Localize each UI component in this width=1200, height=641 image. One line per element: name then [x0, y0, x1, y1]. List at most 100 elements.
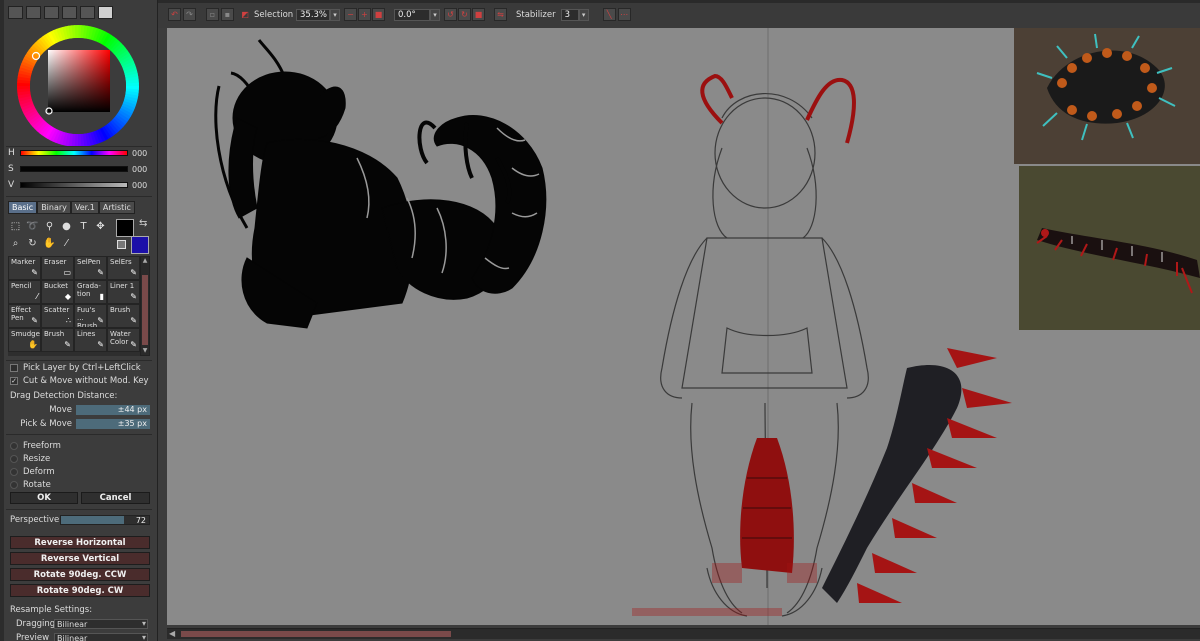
brush-water-color[interactable]: Water Color ✎ — [107, 328, 140, 352]
hue-slider-row[interactable]: H 000 — [8, 147, 152, 159]
move-icon[interactable]: ✥ — [93, 219, 108, 234]
rotate-cw-button[interactable]: Rotate 90deg. CW — [10, 584, 150, 597]
transparent-color-icon[interactable] — [117, 240, 126, 249]
text-icon[interactable]: T — [76, 219, 91, 234]
magic-wand-icon[interactable]: ⚲ — [42, 219, 57, 234]
pick-layer-option[interactable]: Pick Layer by Ctrl+LeftClick — [10, 362, 141, 374]
scroll-left-icon[interactable]: ◀ — [169, 629, 175, 638]
cut-move-option[interactable]: ✓ Cut & Move without Mod. Key — [10, 375, 149, 387]
deselect-icon[interactable]: ▫ — [206, 8, 219, 21]
hue-slider[interactable] — [20, 150, 128, 156]
rotation-reset-icon[interactable]: ■ — [472, 8, 485, 21]
freeform-radio[interactable] — [10, 441, 18, 450]
line-tool-icon[interactable]: ╲ — [602, 8, 616, 21]
select-icon[interactable]: ⬚ — [8, 219, 23, 234]
rotate-icon[interactable]: ↻ — [25, 236, 40, 251]
scratchpad-icon[interactable] — [98, 6, 113, 19]
scroll-down-icon[interactable]: ▼ — [141, 347, 149, 355]
grid-icon[interactable] — [80, 6, 95, 19]
tab-binary[interactable]: Binary — [37, 201, 71, 214]
brush-marker[interactable]: Marker ✎ — [8, 256, 41, 280]
invert-selection-icon[interactable]: ▪ — [221, 8, 234, 21]
brush-lines[interactable]: Lines ✎ — [74, 328, 107, 352]
saturation-slider[interactable] — [20, 166, 128, 172]
move-distance-field[interactable]: ±44 px — [76, 405, 150, 415]
brush-eraser[interactable]: Eraser ▭ — [41, 256, 74, 280]
preview-select[interactable]: Bilinear — [54, 633, 148, 641]
mode-deform[interactable]: Deform — [10, 466, 55, 477]
brush-scatter[interactable]: Scatter ∴ — [41, 304, 74, 328]
background-color-swatch[interactable] — [131, 236, 149, 254]
palette-icon[interactable] — [44, 6, 59, 19]
scroll-up-icon[interactable]: ▲ — [141, 257, 149, 265]
tab-basic[interactable]: Basic — [8, 201, 38, 214]
tab-artistic[interactable]: Artistic — [98, 201, 135, 214]
brush-selpen[interactable]: SelPen ✎ — [74, 256, 107, 280]
zoom-out-icon[interactable]: − — [344, 8, 357, 21]
hand-icon[interactable]: ● — [59, 219, 74, 234]
horizontal-scrollbar[interactable]: ◀ — [167, 628, 1200, 639]
slider-icon[interactable] — [26, 6, 41, 19]
resize-radio[interactable] — [10, 454, 18, 463]
brush-pencil[interactable]: Pencil ⁄ — [8, 280, 41, 304]
zoom-field[interactable]: 35.3% — [296, 8, 330, 21]
scroll-thumb[interactable] — [142, 275, 148, 345]
brush-effect-pen[interactable]: Effect Pen ✎ — [8, 304, 41, 328]
brush-brush[interactable]: Brush ✎ — [41, 328, 74, 352]
flip-view-icon[interactable]: ⇋ — [494, 8, 507, 21]
undo-icon[interactable]: ↶ — [168, 8, 181, 21]
value-slider[interactable] — [20, 182, 128, 188]
zoom-dropdown-icon[interactable]: ▾ — [330, 8, 340, 21]
brush-smudge[interactable]: Smudge ✋ — [8, 328, 41, 352]
pick-layer-checkbox[interactable] — [10, 364, 18, 372]
redo-icon[interactable]: ↷ — [183, 8, 196, 21]
grab-icon[interactable]: ✋ — [42, 236, 57, 251]
color-wheel[interactable] — [16, 24, 140, 148]
mode-freeform[interactable]: Freeform — [10, 440, 61, 451]
brush-fuu-s-brush[interactable]: Fuu's ... Brush ✎ — [74, 304, 107, 328]
reverse-horizontal-button[interactable]: Reverse Horizontal — [10, 536, 150, 549]
rotate-ccw-button[interactable]: Rotate 90deg. CCW — [10, 568, 150, 581]
brush-scrollbar[interactable]: ▲ ▼ — [140, 256, 150, 356]
mode-rotate[interactable]: Rotate — [10, 479, 51, 490]
rotate-right-icon[interactable]: ↻ — [458, 8, 471, 21]
move-label: Move — [49, 405, 72, 415]
brush-brush[interactable]: Brush ✎ — [107, 304, 140, 328]
brush-grada-tion[interactable]: Grada-tion ▮ — [74, 280, 107, 304]
value-slider-row[interactable]: V 000 — [8, 179, 152, 191]
horizontal-scroll-thumb[interactable] — [181, 631, 451, 637]
swap-colors-icon[interactable]: ⇆ — [139, 218, 147, 229]
cancel-button[interactable]: Cancel — [81, 492, 150, 504]
brush-bucket[interactable]: Bucket ◆ — [41, 280, 74, 304]
zoom-in-icon[interactable]: + — [358, 8, 371, 21]
cut-move-checkbox[interactable]: ✓ — [10, 377, 18, 385]
brush-liner-1[interactable]: Liner 1 ✎ — [107, 280, 140, 304]
stabilizer-dropdown-icon[interactable]: ▾ — [578, 8, 589, 21]
zoom-icon[interactable]: ⌕ — [8, 236, 23, 251]
lasso-icon[interactable]: ➰ — [25, 219, 40, 234]
eyedropper-icon[interactable]: ⁄ — [59, 236, 74, 251]
mode-resize[interactable]: Resize — [10, 453, 50, 464]
swatches-icon[interactable] — [62, 6, 77, 19]
pick-move-distance-field[interactable]: ±35 px — [76, 419, 150, 429]
foreground-color-swatch[interactable] — [116, 219, 134, 237]
deform-radio[interactable] — [10, 467, 18, 476]
stabilizer-field[interactable]: 3 — [560, 8, 579, 21]
drawing-canvas[interactable] — [167, 28, 1200, 625]
zoom-reset-icon[interactable]: ■ — [372, 8, 385, 21]
brush-selers[interactable]: SelErs ✎ — [107, 256, 140, 280]
brush-preview-icon: ✋ — [28, 340, 38, 349]
selection-toggle[interactable]: ◩ Selection — [240, 8, 293, 21]
ok-button[interactable]: OK — [10, 492, 78, 504]
rotate-radio[interactable] — [10, 480, 18, 489]
saturation-slider-row[interactable]: S 000 — [8, 163, 152, 175]
curve-tool-icon[interactable]: ⋯ — [617, 8, 631, 21]
reverse-vertical-button[interactable]: Reverse Vertical — [10, 552, 150, 565]
rotate-left-icon[interactable]: ↺ — [444, 8, 457, 21]
tab-ver1[interactable]: Ver.1 — [70, 201, 99, 214]
rotation-field[interactable]: 0.0° — [394, 8, 430, 21]
color-wheel-icon[interactable] — [8, 6, 23, 19]
perspective-slider[interactable]: 72 — [60, 515, 150, 525]
dragging-select[interactable]: Bilinear — [54, 619, 148, 629]
rotation-dropdown-icon[interactable]: ▾ — [430, 8, 440, 21]
